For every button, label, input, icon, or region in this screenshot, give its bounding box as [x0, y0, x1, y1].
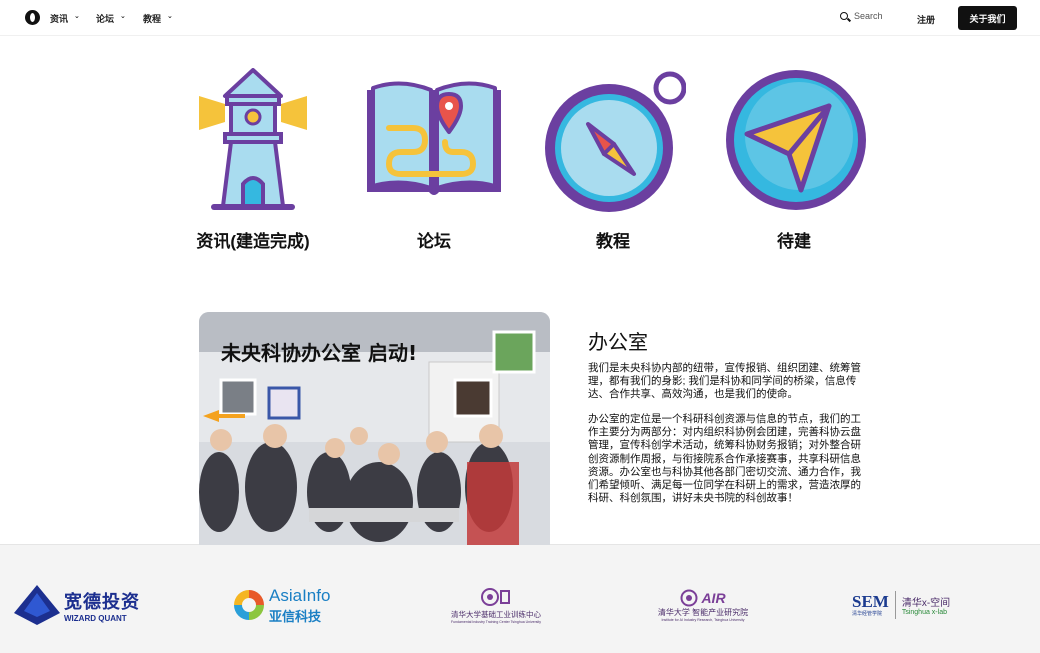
- site-logo-icon[interactable]: [25, 10, 40, 25]
- search-box[interactable]: [840, 11, 914, 21]
- compass-icon: [545, 71, 686, 212]
- nav-item-label: 资讯: [50, 14, 69, 24]
- partner-tsinghua-training-center[interactable]: 清华大学基础工业训练中心 Fundamental Industry Traini…: [446, 580, 546, 630]
- partner-subtitle: Fundamental Industry Training Center Tsi…: [450, 619, 541, 624]
- about-us-button[interactable]: 关于我们: [958, 6, 1017, 30]
- feature-label: 教程: [596, 232, 630, 251]
- feature-pending[interactable]: 待建: [719, 68, 869, 252]
- office-team-photo: 未央科协办公室 启动!: [199, 312, 550, 545]
- asiainfo-logo-icon: [234, 590, 264, 620]
- partner-subtitle: WIZARD QUANT: [64, 613, 127, 623]
- wizard-quant-logo-icon: [14, 585, 60, 625]
- nav-item-news[interactable]: 资讯 ⌄: [50, 12, 80, 25]
- partner-name: 清华x-空间: [901, 598, 951, 609]
- page-body: 资讯 ⌄ 论坛 ⌄ 教程 ⌄ 注册 关于我们: [0, 0, 1040, 545]
- feature-news[interactable]: 资讯(建造完成): [178, 68, 328, 252]
- nav-item-label: 论坛: [96, 14, 115, 24]
- top-navbar: 资讯 ⌄ 论坛 ⌄ 教程 ⌄ 注册 关于我们: [0, 0, 1040, 36]
- partner-badge: AIR: [701, 589, 726, 606]
- tsinghua-seal-icon: [481, 587, 510, 606]
- nav-item-label: 教程: [143, 14, 162, 24]
- search-input[interactable]: [854, 11, 914, 21]
- partner-name: 清华大学基础工业训练中心: [451, 609, 541, 619]
- partner-subtitle: 亚信科技: [269, 608, 322, 624]
- register-link[interactable]: 注册: [917, 13, 935, 26]
- photo-banner-text: 未央科协办公室 启动!: [221, 341, 417, 365]
- lighthouse-icon: [199, 68, 307, 210]
- partner-divider: [894, 591, 896, 619]
- office-paragraph-intro: 我们是未央科协内部的纽带，宣传报销、组织团建、统筹管理，都有我们的身影; 我们是…: [588, 362, 861, 401]
- partner-name: 清华大学 智能产业研究院: [657, 607, 749, 617]
- partner-wizard-quant[interactable]: 宽德投资 WIZARD QUANT: [12, 580, 142, 630]
- partner-tsinghua-sem-xlab[interactable]: SEM 清华经管学院 清华x-空间 Tsinghua x-lab: [852, 580, 962, 630]
- chevron-down-icon: ⌄: [167, 12, 173, 20]
- feature-label: 论坛: [417, 232, 451, 251]
- partner-name: 宽德投资: [64, 591, 140, 612]
- nav-item-forum[interactable]: 论坛 ⌄: [96, 12, 126, 25]
- feature-label: 待建: [777, 232, 811, 251]
- feature-tutorial[interactable]: 教程: [538, 68, 688, 252]
- partner-name: SEM: [852, 592, 889, 611]
- partner-subtitle: Tsinghua x-lab: [901, 609, 947, 616]
- nav-item-tutorial[interactable]: 教程 ⌄: [143, 12, 173, 25]
- partner-subtitle: Institute for AI Industry Research, Tsin…: [661, 617, 745, 622]
- tsinghua-seal-icon: [680, 589, 698, 606]
- feature-label: 资讯(建造完成): [196, 232, 310, 251]
- chevron-down-icon: ⌄: [120, 12, 126, 20]
- partner-asiainfo[interactable]: AsiaInfo 亚信科技: [232, 580, 342, 630]
- map-book-icon: [367, 81, 501, 195]
- chevron-down-icon: ⌄: [74, 12, 80, 20]
- partner-tsinghua-air[interactable]: AIR 清华大学 智能产业研究院 Institute for AI Indust…: [653, 580, 753, 630]
- partner-subtitle: 清华经管学院: [852, 611, 883, 617]
- office-title: 办公室: [588, 332, 648, 354]
- paper-plane-icon: [726, 70, 866, 210]
- office-paragraph-detail: 办公室的定位是一个科研科创资源与信息的节点，我们的工作主要分为两部分：对内组织科…: [588, 413, 861, 505]
- search-icon[interactable]: [840, 12, 848, 20]
- feature-forum[interactable]: 论坛: [359, 68, 509, 252]
- partner-name: AsiaInfo: [269, 585, 331, 605]
